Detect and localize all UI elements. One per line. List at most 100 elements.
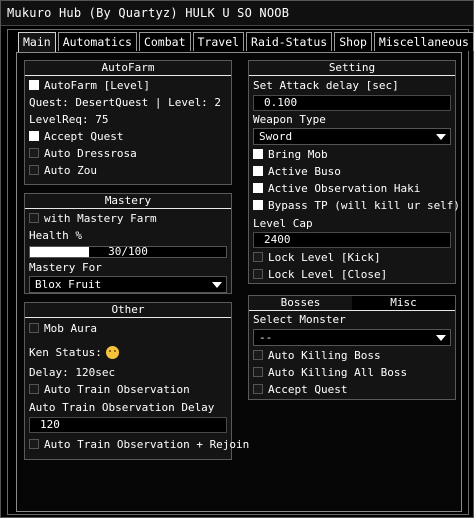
tab-raid-status[interactable]: Raid-Status: [246, 32, 333, 51]
active-buso-checkbox[interactable]: [253, 166, 263, 176]
active-observation-checkbox[interactable]: [253, 183, 263, 193]
with-mastery-farm-toggle[interactable]: with Mastery Farm: [29, 211, 157, 226]
tab-automatics[interactable]: Automatics: [57, 32, 137, 51]
delay-text: Delay: 120sec: [29, 366, 116, 379]
select-monster-value: --: [259, 331, 273, 344]
boss-accept-quest-label: Accept Quest: [268, 383, 348, 396]
bring-mob-label: Bring Mob: [268, 148, 328, 161]
bosses-subtab-bar: Bosses Misc: [249, 296, 455, 311]
bypass-tp-checkbox[interactable]: [253, 200, 263, 210]
auto-train-observation-toggle[interactable]: Auto Train Observation: [29, 382, 190, 397]
mastery-for-label: Mastery For: [29, 261, 102, 274]
mob-aura-checkbox[interactable]: [29, 323, 39, 333]
subtab-misc[interactable]: Misc: [352, 296, 455, 310]
accept-quest-toggle[interactable]: Accept Quest: [29, 129, 123, 144]
autofarm-level-label: AutoFarm [Level]: [44, 79, 150, 92]
auto-zou-checkbox[interactable]: [29, 165, 39, 175]
mastery-section: Mastery with Mastery Farm Health % 30/10…: [24, 193, 232, 294]
lock-level-kick-toggle[interactable]: Lock Level [Kick]: [253, 250, 381, 265]
attack-delay-input[interactable]: 0.100: [253, 95, 451, 111]
lock-level-close-checkbox[interactable]: [253, 269, 263, 279]
auto-dressrosa-label: Auto Dressrosa: [44, 147, 137, 160]
auto-killing-all-toggle[interactable]: Auto Killing All Boss: [253, 365, 407, 380]
other-title: Other: [25, 303, 231, 318]
mob-aura-label: Mob Aura: [44, 322, 97, 335]
attack-delay-label: Set Attack delay [sec]: [253, 79, 399, 92]
face-emoji-icon: [105, 346, 119, 359]
weapon-type-label: Weapon Type: [253, 113, 326, 126]
tab-travel[interactable]: Travel: [192, 32, 245, 51]
mastery-for-value: Blox Fruit: [35, 278, 102, 291]
weapon-type-dropdown[interactable]: Sword: [253, 128, 451, 145]
bring-mob-checkbox[interactable]: [253, 149, 263, 159]
mob-aura-toggle[interactable]: Mob Aura: [29, 321, 97, 336]
accept-quest-checkbox[interactable]: [29, 131, 39, 141]
auto-killing-boss-checkbox[interactable]: [253, 350, 263, 360]
main-tab-bar: Main Automatics Combat Travel Raid-Statu…: [18, 32, 474, 53]
active-observation-toggle[interactable]: Active Observation Haki: [253, 181, 420, 196]
health-slider-fill: [30, 247, 89, 257]
lock-level-close-label: Lock Level [Close]: [268, 268, 388, 281]
tab-combat[interactable]: Combat: [138, 32, 191, 51]
lock-level-close-toggle[interactable]: Lock Level [Close]: [253, 267, 387, 282]
auto-train-rejoin-label: Auto Train Observation + Rejoin: [44, 438, 250, 451]
subtab-bosses[interactable]: Bosses: [249, 296, 352, 310]
autofarm-title: AutoFarm: [25, 61, 231, 76]
auto-train-rejoin-checkbox[interactable]: [29, 439, 39, 449]
tab-main[interactable]: Main: [18, 32, 56, 53]
with-mastery-farm-label: with Mastery Farm: [44, 212, 157, 225]
accept-quest-label: Accept Quest: [44, 130, 124, 143]
health-slider[interactable]: 30/100: [29, 246, 227, 258]
lock-level-kick-checkbox[interactable]: [253, 252, 263, 262]
observation-delay-label: Auto Train Observation Delay: [29, 401, 215, 414]
boss-accept-quest-toggle[interactable]: Accept Quest: [253, 382, 347, 397]
auto-killing-boss-toggle[interactable]: Auto Killing Boss: [253, 348, 381, 363]
autofarm-level-checkbox[interactable]: [29, 80, 39, 90]
weapon-type-value: Sword: [259, 130, 293, 143]
active-observation-label: Active Observation Haki: [268, 182, 421, 195]
auto-zou-label: Auto Zou: [44, 164, 97, 177]
client-area: Main Automatics Combat Travel Raid-Statu…: [7, 29, 474, 515]
select-monster-label: Select Monster: [253, 313, 346, 326]
active-buso-label: Active Buso: [268, 165, 341, 178]
level-cap-input[interactable]: 2400: [253, 232, 451, 248]
auto-zou-toggle[interactable]: Auto Zou: [29, 163, 97, 178]
bring-mob-toggle[interactable]: Bring Mob: [253, 147, 328, 162]
other-section: Other Mob Aura Ken Status: Delay: 120sec…: [24, 302, 249, 460]
with-mastery-farm-checkbox[interactable]: [29, 213, 39, 223]
window-title: Mukuro Hub (By Quartyz) HULK U SO NOOB: [7, 6, 290, 20]
auto-dressrosa-checkbox[interactable]: [29, 148, 39, 158]
boss-accept-quest-checkbox[interactable]: [253, 384, 263, 394]
ken-status-label: Ken Status:: [29, 346, 102, 359]
main-tab-content: AutoFarm AutoFarm [Level] Quest: DesertQ…: [16, 52, 462, 512]
mastery-title: Mastery: [25, 194, 231, 209]
tab-shop[interactable]: Shop: [334, 32, 372, 51]
title-bar[interactable]: Mukuro Hub (By Quartyz) HULK U SO NOOB: [1, 1, 473, 26]
autofarm-section: AutoFarm AutoFarm [Level] Quest: DesertQ…: [24, 60, 232, 185]
auto-train-rejoin-toggle[interactable]: Auto Train Observation + Rejoin: [29, 437, 249, 452]
level-req: LevelReq: 75: [29, 113, 109, 126]
active-buso-toggle[interactable]: Active Buso: [253, 164, 341, 179]
auto-train-observation-checkbox[interactable]: [29, 384, 39, 394]
health-label: Health %: [29, 229, 82, 242]
lock-level-kick-label: Lock Level [Kick]: [268, 251, 381, 264]
auto-dressrosa-toggle[interactable]: Auto Dressrosa: [29, 146, 137, 161]
auto-killing-boss-label: Auto Killing Boss: [268, 349, 381, 362]
setting-title: Setting: [249, 61, 455, 76]
health-slider-value: 30/100: [108, 245, 148, 258]
select-monster-dropdown[interactable]: --: [253, 329, 451, 346]
hub-window: Mukuro Hub (By Quartyz) HULK U SO NOOB M…: [0, 0, 474, 518]
auto-killing-all-checkbox[interactable]: [253, 367, 263, 377]
auto-train-observation-label: Auto Train Observation: [44, 383, 190, 396]
setting-section: Setting Set Attack delay [sec] 0.100 Wea…: [248, 60, 460, 284]
chevron-down-icon: [436, 134, 446, 140]
tab-miscellaneous[interactable]: Miscellaneous: [373, 32, 474, 51]
mastery-for-dropdown[interactable]: Blox Fruit: [29, 276, 227, 293]
observation-delay-input[interactable]: 120: [29, 417, 227, 433]
ken-status: Ken Status:: [29, 345, 119, 360]
autofarm-level-toggle[interactable]: AutoFarm [Level]: [29, 78, 150, 93]
chevron-down-icon: [436, 335, 446, 341]
bypass-tp-label: Bypass TP (will kill ur self): [268, 199, 461, 212]
bosses-section: Bosses Misc Select Monster -- Auto Killi…: [248, 295, 456, 400]
bypass-tp-toggle[interactable]: Bypass TP (will kill ur self): [253, 198, 460, 213]
